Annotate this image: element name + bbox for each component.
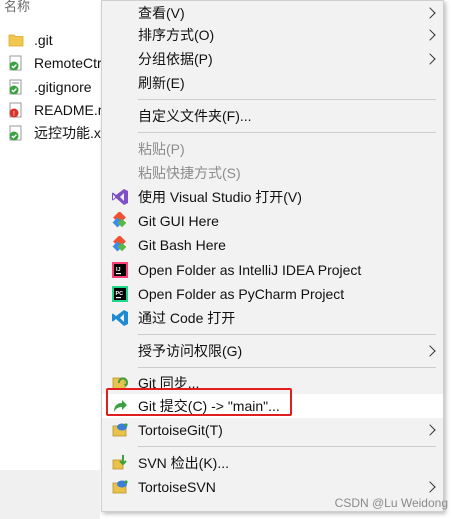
menu-item-tortoisegit[interactable]: TortoiseGit(T) [102, 418, 443, 442]
chevron-right-icon [424, 7, 436, 19]
menu-item-label: 查看(V) [138, 5, 185, 21]
file-name: .git [34, 32, 53, 48]
menu-item-label: 使用 Visual Studio 打开(V) [138, 189, 302, 205]
git-file-icon [8, 55, 24, 71]
git-file-icon [8, 79, 24, 95]
svg-text:!: ! [13, 111, 15, 118]
svn-checkout-icon [111, 454, 129, 472]
menu-item-label: 通过 Code 打开 [138, 310, 236, 326]
context-menu: 查看(V) 排序方式(O) 分组依据(P) 刷新(E) 自定义文件夹(F)...… [101, 0, 444, 512]
menu-item-label: Open Folder as PyCharm Project [138, 286, 345, 302]
menu-item-label: 分组依据(P) [138, 51, 213, 67]
menu-item-label: 粘贴(P) [138, 141, 185, 157]
file-item[interactable]: 远控功能.xr [8, 122, 106, 144]
menu-item-git-gui[interactable]: Git GUI Here [102, 209, 443, 233]
column-header-name[interactable]: 名称 [4, 0, 30, 15]
svg-text:IJ: IJ [116, 267, 121, 273]
git-gui-icon [111, 211, 129, 230]
file-name: .gitignore [34, 79, 92, 95]
menu-separator [138, 446, 436, 447]
menu-item-label: 自定义文件夹(F)... [138, 108, 252, 124]
menu-separator [138, 334, 436, 335]
tortoisesvn-icon [111, 478, 129, 496]
menu-item-label: 粘贴快捷方式(S) [138, 165, 241, 181]
menu-item-label: Open Folder as IntelliJ IDEA Project [138, 262, 362, 278]
menu-item-open-vscode[interactable]: 通过 Code 打开 [102, 306, 443, 330]
menu-item-git-bash[interactable]: Git Bash Here [102, 233, 443, 257]
menu-separator [138, 99, 436, 100]
folder-icon [8, 32, 24, 48]
visual-studio-icon [111, 188, 129, 206]
file-item[interactable]: ! README.m [8, 99, 109, 121]
watermark: CSDN @Lu Weidong [334, 496, 448, 510]
menu-item-open-pycharm[interactable]: PC Open Folder as PyCharm Project [102, 282, 443, 306]
menu-item-group-by[interactable]: 分组依据(P) [102, 47, 443, 71]
file-item[interactable]: .gitignore [8, 76, 92, 98]
menu-item-open-intellij[interactable]: IJ Open Folder as IntelliJ IDEA Project [102, 258, 443, 282]
file-item[interactable]: .git [8, 29, 53, 51]
menu-item-label: Git GUI Here [138, 213, 219, 229]
menu-separator [138, 132, 436, 133]
menu-item-label: 刷新(E) [138, 75, 185, 91]
menu-item-sort-by[interactable]: 排序方式(O) [102, 23, 443, 47]
chevron-right-icon [424, 345, 436, 357]
menu-item-paste: 粘贴(P) [102, 137, 443, 161]
menu-item-label: 排序方式(O) [138, 27, 215, 43]
annotation-highlight-box [106, 388, 292, 416]
svg-text:PC: PC [116, 291, 124, 297]
chevron-right-icon [424, 53, 436, 65]
chevron-right-icon [424, 424, 436, 436]
vscode-icon [111, 309, 129, 327]
git-modified-icon: ! [8, 102, 24, 118]
explorer-status-area [0, 470, 100, 519]
menu-item-label: TortoiseSVN [138, 479, 216, 495]
menu-item-grant-access[interactable]: 授予访问权限(G) [102, 339, 443, 363]
menu-item-label: TortoiseGit(T) [138, 422, 223, 438]
intellij-icon: IJ [111, 261, 129, 279]
menu-item-view[interactable]: 查看(V) [102, 1, 443, 25]
menu-separator [138, 367, 436, 368]
chevron-right-icon [424, 481, 436, 493]
git-bash-icon [111, 235, 129, 254]
menu-item-svn-checkout[interactable]: SVN 检出(K)... [102, 451, 443, 475]
chevron-right-icon [424, 29, 436, 41]
git-file-icon [8, 125, 24, 141]
menu-item-label: Git Bash Here [138, 237, 226, 253]
menu-item-refresh[interactable]: 刷新(E) [102, 71, 443, 95]
file-name: RemoteCtr [34, 55, 102, 71]
pycharm-icon: PC [111, 285, 129, 303]
file-item[interactable]: RemoteCtr [8, 52, 102, 74]
file-name: README.m [34, 102, 110, 118]
menu-item-open-visual-studio[interactable]: 使用 Visual Studio 打开(V) [102, 185, 443, 209]
menu-item-customize-folder[interactable]: 自定义文件夹(F)... [102, 104, 443, 128]
menu-item-label: SVN 检出(K)... [138, 455, 230, 471]
file-name: 远控功能.xr [34, 125, 106, 141]
menu-item-label: 授予访问权限(G) [138, 343, 243, 359]
menu-item-paste-shortcut: 粘贴快捷方式(S) [102, 161, 443, 185]
tortoisegit-icon [111, 421, 129, 439]
